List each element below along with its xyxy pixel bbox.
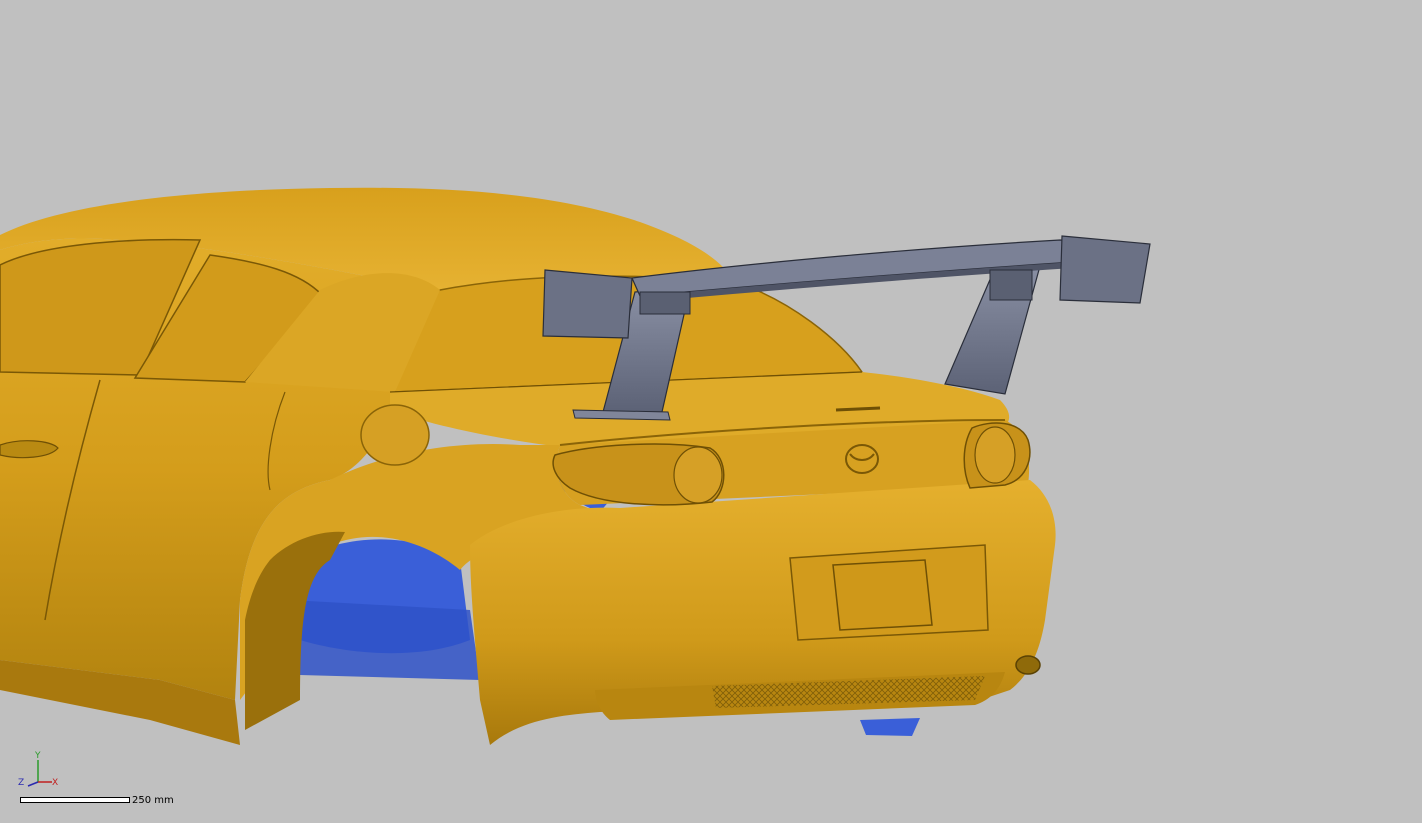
z-axis-label: Z: [18, 778, 25, 788]
scale-label: 250 mm: [132, 795, 174, 806]
y-axis-label: Y: [35, 751, 41, 761]
x-axis-label: X: [52, 778, 59, 788]
3d-viewport[interactable]: Y Z X 250 mm: [0, 0, 1422, 823]
scan-model-view[interactable]: [0, 0, 1422, 823]
axis-triad: Y Z X: [14, 752, 66, 792]
scale-bar: [20, 797, 130, 803]
